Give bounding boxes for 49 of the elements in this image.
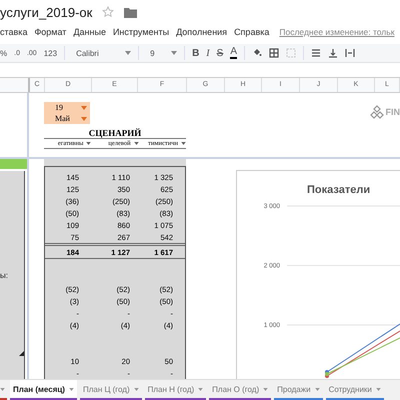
last-edit-link[interactable]: Последнее изменение: тольк [279, 27, 394, 37]
chart-title: Показатели [307, 184, 370, 196]
triangle-icon [19, 351, 24, 356]
merge-cells-icon[interactable] [286, 48, 296, 58]
caret-icon[interactable] [198, 388, 204, 390]
caret-icon[interactable] [314, 388, 320, 390]
dropdown-icon[interactable] [81, 106, 87, 110]
menu-item[interactable]: Инструменты [112, 27, 170, 37]
font-size-dropdown[interactable]: 9 [146, 48, 164, 58]
sheet-tab[interactable]: План (месяц) [10, 380, 77, 400]
number-format-button[interactable]: 123 [44, 48, 58, 58]
align-icon[interactable] [310, 48, 321, 58]
filter-icon[interactable] [86, 142, 92, 145]
filter-icon[interactable] [180, 142, 186, 145]
caret-icon[interactable] [0, 388, 5, 390]
logo-text: FIN [386, 107, 400, 117]
caret-icon[interactable] [263, 388, 268, 390]
font-dropdown[interactable]: Calibri [72, 48, 118, 58]
text-wrap-icon[interactable] [344, 48, 355, 58]
bold-button[interactable]: B [192, 48, 200, 58]
caret-icon[interactable] [171, 51, 178, 55]
vertical-align-icon[interactable] [328, 48, 338, 58]
caret-icon[interactable] [125, 51, 132, 55]
star-icon[interactable] [102, 6, 114, 18]
percent-button[interactable]: % [0, 48, 8, 58]
borders-icon[interactable] [268, 48, 279, 58]
menu-item[interactable]: Формат [34, 27, 66, 37]
folder-icon[interactable] [124, 6, 138, 18]
caret-icon[interactable] [68, 388, 74, 390]
paint-bucket-icon[interactable] [252, 48, 262, 58]
caret-icon[interactable] [376, 388, 381, 390]
cell-text: ы: [0, 271, 8, 280]
text-color-button[interactable]: A [230, 47, 237, 59]
caret-icon[interactable] [134, 388, 139, 390]
strikethrough-button[interactable]: S [216, 48, 224, 58]
scenario-title: СЦЕНАРИЙ [44, 128, 186, 139]
dropdown-icon[interactable] [81, 116, 87, 120]
menu-item[interactable]: Данные [73, 27, 106, 37]
logo-icon [370, 105, 384, 119]
document-title[interactable]: услуги_2019-ок [0, 4, 92, 20]
month-value: Май [55, 114, 70, 123]
menu-item[interactable]: ставка [0, 27, 28, 37]
menu-item[interactable]: Дополнения [176, 27, 228, 37]
filter-icon[interactable] [134, 142, 139, 145]
italic-button[interactable]: I [206, 48, 210, 58]
date-picker[interactable]: 19 Май [44, 102, 90, 124]
header-bar [0, 159, 27, 169]
menu-item[interactable]: Справка [234, 27, 270, 37]
day-value: 19 [55, 103, 63, 112]
